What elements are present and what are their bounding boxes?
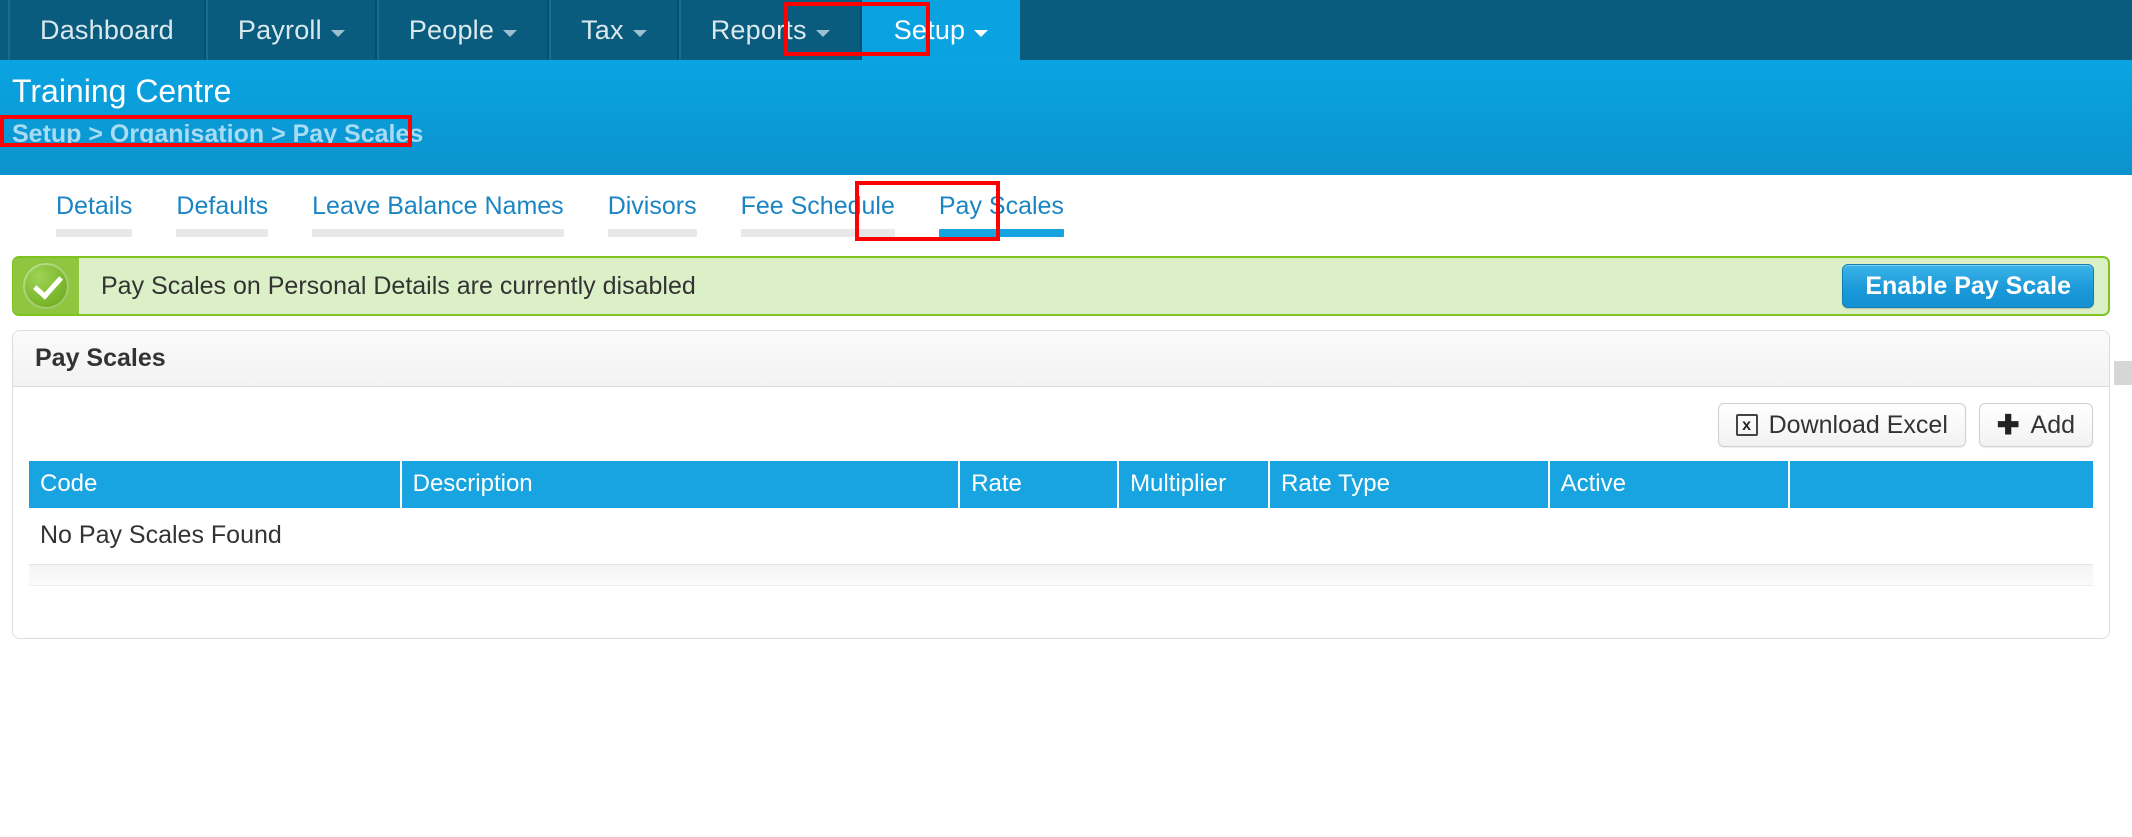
column-header-multiplier[interactable]: Multiplier <box>1118 461 1271 508</box>
table-toolbar: x Download Excel ✚ Add <box>13 387 2109 461</box>
plus-icon: ✚ <box>1996 410 2020 440</box>
main-navigation: Dashboard Payroll People Tax Reports Set… <box>0 0 2132 60</box>
table-header-row: Code Description Rate Multiplier Rate Ty… <box>29 461 2093 508</box>
tab-strip: Details Defaults Leave Balance Names Div… <box>0 175 2116 243</box>
chevron-down-icon <box>503 29 518 37</box>
column-header-code[interactable]: Code <box>29 461 402 508</box>
nav-item-label: Setup <box>893 14 966 45</box>
page-header: Training Centre Setup > Organisation > P… <box>0 60 2132 175</box>
tab-label: Details <box>56 192 133 220</box>
alert-icon-panel <box>13 258 79 314</box>
tab-label: Pay Scales <box>938 192 1064 220</box>
scrollbar-track[interactable] <box>2114 385 2132 837</box>
nav-item-label: Reports <box>710 14 807 45</box>
chevron-down-icon <box>330 29 345 37</box>
tab-label: Leave Balance Names <box>312 192 564 220</box>
panel-bottom-spacer <box>13 586 2109 638</box>
column-header-actions <box>1788 461 2093 508</box>
nav-item-label: Tax <box>581 14 624 45</box>
download-excel-button[interactable]: x Download Excel <box>1717 403 1966 447</box>
chevron-down-icon <box>974 29 989 37</box>
tab-pay-scales[interactable]: Pay Scales <box>917 192 1086 237</box>
tab-underline <box>176 229 269 237</box>
table-row-empty: No Pay Scales Found <box>29 508 2093 565</box>
nav-item-tax[interactable]: Tax <box>549 0 679 60</box>
panel-title: Pay Scales <box>35 344 166 372</box>
nav-item-label: Payroll <box>237 14 322 45</box>
alert-message: Pay Scales on Personal Details are curre… <box>101 271 696 300</box>
tab-label: Divisors <box>607 192 697 220</box>
empty-state-message: No Pay Scales Found <box>29 508 2093 565</box>
column-header-rate-type[interactable]: Rate Type <box>1269 461 1550 508</box>
status-alert: Pay Scales on Personal Details are curre… <box>12 256 2110 316</box>
tab-underline <box>740 229 895 237</box>
nav-item-people[interactable]: People <box>376 0 550 60</box>
excel-icon: x <box>1735 414 1758 436</box>
tab-underline <box>607 229 697 237</box>
check-mark-icon <box>33 268 63 300</box>
table-body: No Pay Scales Found <box>29 508 2093 565</box>
tab-leave-balance-names[interactable]: Leave Balance Names <box>290 192 586 237</box>
tab-divisors[interactable]: Divisors <box>586 192 719 237</box>
content-area: Details Defaults Leave Balance Names Div… <box>0 175 2132 837</box>
app-page: Dashboard Payroll People Tax Reports Set… <box>0 0 2132 837</box>
tab-details[interactable]: Details <box>34 192 154 237</box>
nav-item-setup[interactable]: Setup <box>861 0 1021 60</box>
page-title: Training Centre <box>12 73 232 109</box>
pay-scales-panel: Pay Scales x Download Excel ✚ Add Code D… <box>12 330 2110 639</box>
panel-header: Pay Scales <box>13 331 2109 387</box>
column-header-description[interactable]: Description <box>400 461 961 508</box>
add-button[interactable]: ✚ Add <box>1978 403 2093 447</box>
tab-defaults[interactable]: Defaults <box>154 192 290 237</box>
table-header: Code Description Rate Multiplier Rate Ty… <box>29 461 2093 508</box>
breadcrumb: Setup > Organisation > Pay Scales <box>12 120 424 148</box>
nav-item-dashboard[interactable]: Dashboard <box>8 0 206 60</box>
tab-underline <box>938 229 1064 237</box>
tab-label: Defaults <box>176 192 269 220</box>
tab-fee-schedule[interactable]: Fee Schedule <box>719 192 917 237</box>
column-header-rate[interactable]: Rate <box>959 461 1120 508</box>
nav-item-label: People <box>408 14 495 45</box>
tab-underline <box>56 229 133 237</box>
tab-label: Fee Schedule <box>740 192 895 220</box>
column-header-active[interactable]: Active <box>1548 461 1790 508</box>
nav-item-reports[interactable]: Reports <box>678 0 862 60</box>
add-label: Add <box>2030 411 2075 439</box>
download-excel-label: Download Excel <box>1768 411 1948 439</box>
panel-body: x Download Excel ✚ Add Code Description … <box>13 387 2109 638</box>
check-circle-icon <box>23 263 69 309</box>
nav-item-payroll[interactable]: Payroll <box>205 0 377 60</box>
scrollbar-thumb[interactable] <box>2114 361 2132 385</box>
chevron-down-icon <box>632 29 647 37</box>
nav-item-label: Dashboard <box>40 14 174 45</box>
tab-underline <box>312 229 564 237</box>
enable-pay-scale-button[interactable]: Enable Pay Scale <box>1842 264 2094 308</box>
chevron-down-icon <box>815 29 830 37</box>
pay-scales-table: Code Description Rate Multiplier Rate Ty… <box>29 461 2093 565</box>
table-footer <box>29 565 2093 586</box>
